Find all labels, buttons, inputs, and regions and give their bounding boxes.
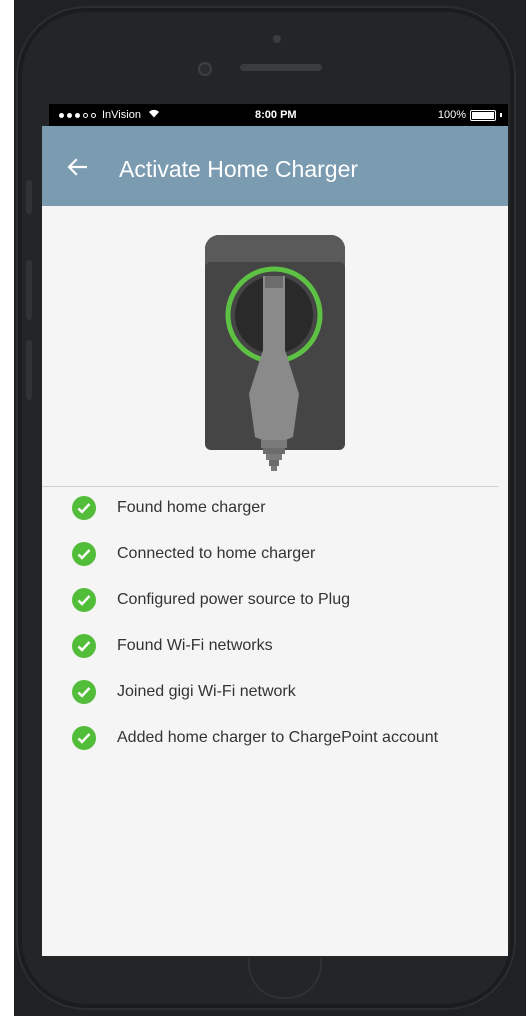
status-time: 8:00 PM bbox=[255, 109, 297, 121]
battery-icon bbox=[470, 109, 496, 121]
volume-down-button bbox=[26, 340, 32, 400]
signal-dot bbox=[83, 112, 88, 118]
step-label: Found home charger bbox=[117, 499, 266, 516]
back-button[interactable] bbox=[64, 154, 90, 180]
status-bar: InVision 8:00 PM 100% bbox=[49, 104, 508, 126]
check-icon bbox=[72, 542, 96, 566]
battery-fill bbox=[472, 111, 494, 119]
list-item: Found home charger bbox=[72, 496, 266, 520]
camera-icon bbox=[273, 35, 281, 43]
check-icon bbox=[72, 588, 96, 612]
check-icon bbox=[72, 634, 96, 658]
app-bar: Activate Home Charger bbox=[42, 126, 508, 206]
step-label: Connected to home charger bbox=[117, 545, 316, 562]
list-item: Configured power source to Plug bbox=[72, 588, 350, 612]
signal-dot bbox=[75, 112, 80, 118]
app-screen: Activate Home Charger Found home charger bbox=[42, 126, 508, 956]
step-label: Added home charger to ChargePoint accoun… bbox=[117, 729, 439, 746]
speaker-grille bbox=[240, 64, 322, 71]
home-charger-icon bbox=[203, 232, 349, 472]
front-camera-icon bbox=[198, 62, 212, 76]
status-left: InVision bbox=[59, 109, 160, 121]
page-title: Activate Home Charger bbox=[119, 156, 359, 182]
step-label: Joined gigi Wi-Fi network bbox=[117, 683, 296, 700]
check-icon bbox=[72, 680, 96, 704]
list-item: Added home charger to ChargePoint accoun… bbox=[72, 726, 438, 750]
page-margin bbox=[0, 0, 14, 1016]
mute-switch bbox=[26, 180, 32, 214]
battery-percent: 100% bbox=[437, 109, 466, 121]
volume-up-button bbox=[26, 260, 32, 320]
list-item: Joined gigi Wi-Fi network bbox=[72, 680, 296, 704]
check-icon bbox=[72, 726, 96, 750]
step-label: Found Wi-Fi networks bbox=[117, 637, 273, 654]
battery-nub bbox=[500, 113, 502, 117]
check-icon bbox=[72, 496, 96, 520]
signal-dot bbox=[91, 112, 96, 118]
status-right: 100% bbox=[438, 109, 502, 121]
arrow-left-icon bbox=[67, 158, 87, 176]
signal-dot bbox=[59, 112, 64, 118]
signal-dot bbox=[67, 112, 72, 118]
wifi-icon bbox=[148, 109, 160, 121]
step-label: Configured power source to Plug bbox=[117, 591, 351, 608]
carrier-name: InVision bbox=[102, 109, 141, 121]
list-item: Found Wi-Fi networks bbox=[72, 634, 273, 658]
divider bbox=[42, 486, 498, 487]
list-item: Connected to home charger bbox=[72, 542, 315, 566]
